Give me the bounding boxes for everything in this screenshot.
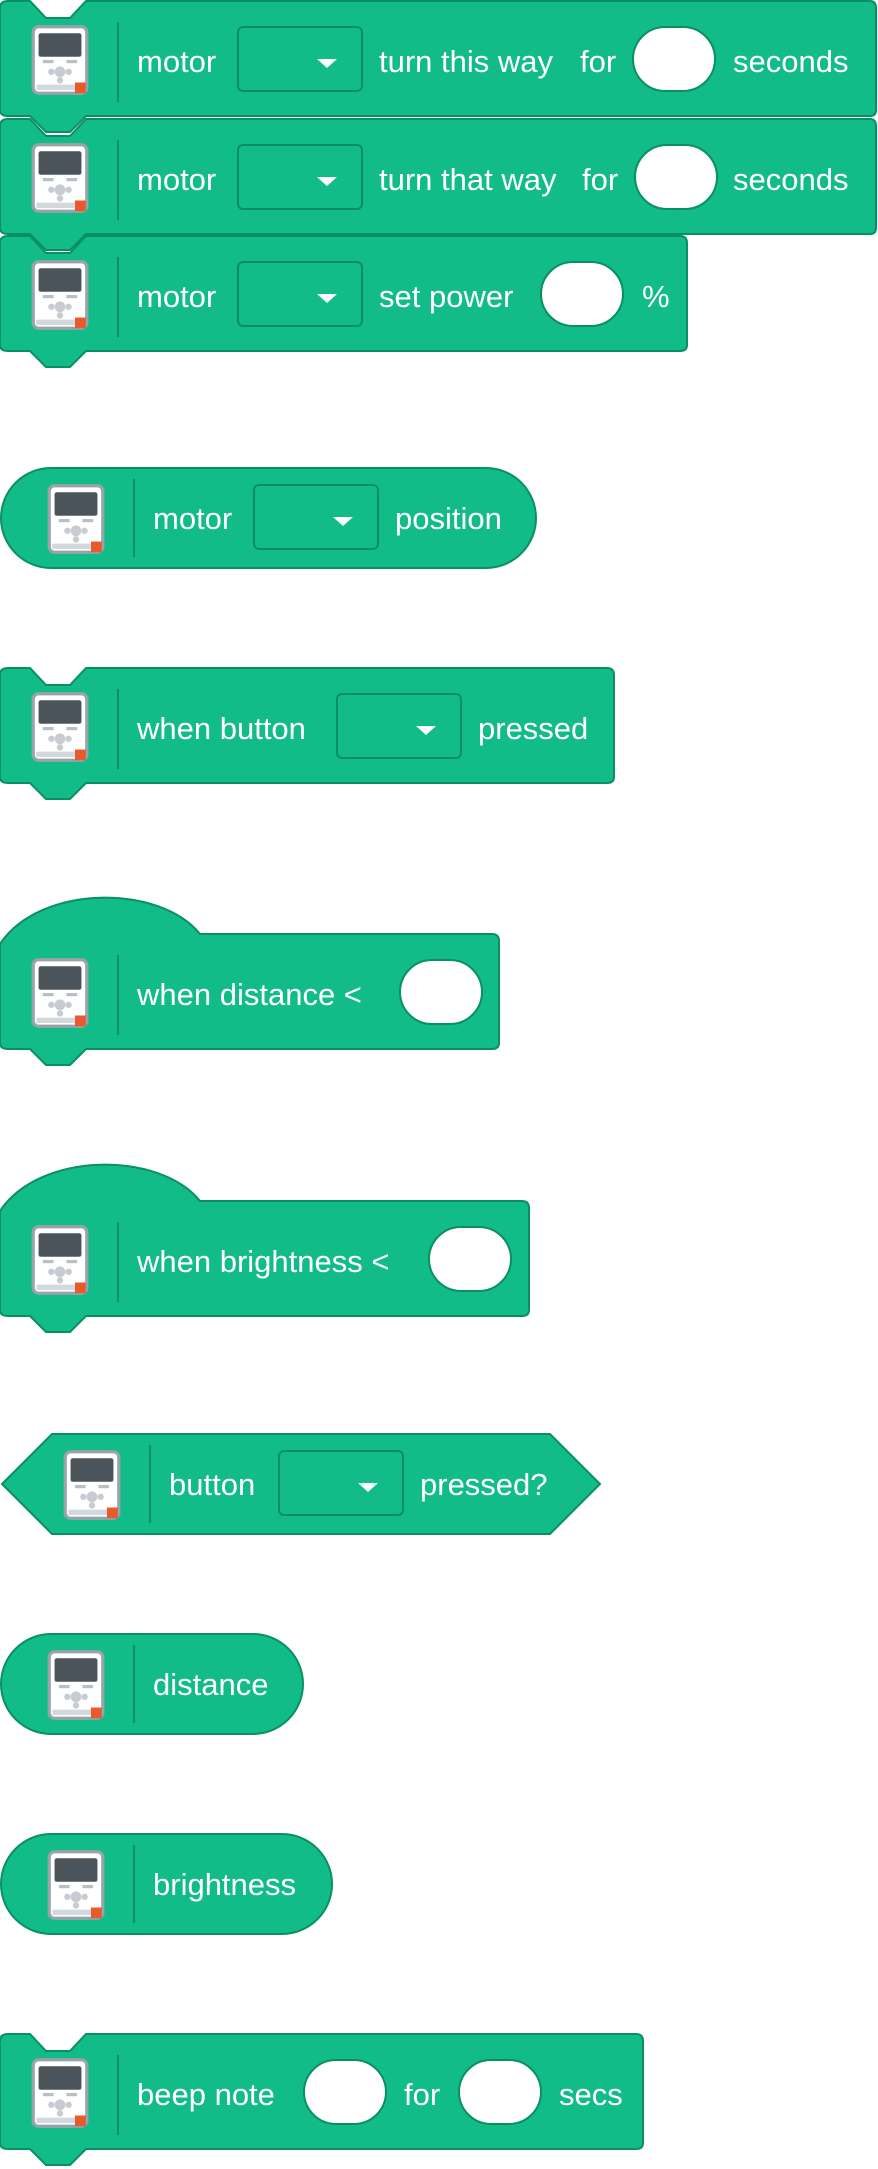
button-dropdown[interactable]: [278, 1450, 404, 1516]
action-label: set power: [379, 279, 514, 314]
brightness-input[interactable]: [428, 1226, 512, 1292]
ev3-brick-icon: [30, 2057, 90, 2129]
secs-label: secs: [559, 2077, 623, 2112]
ev3-brick-icon: [46, 1849, 106, 1921]
motor-turn-this-way-block[interactable]: motor turn this way for seconds: [0, 0, 878, 133]
motor-port-dropdown[interactable]: [237, 26, 363, 92]
seconds-label: seconds: [733, 44, 849, 79]
pressed-question-label: pressed?: [420, 1467, 548, 1502]
ev3-brick-icon: [30, 957, 90, 1029]
ev3-brick-icon: [30, 1224, 90, 1296]
motor-label: motor: [137, 44, 217, 79]
seconds-label: seconds: [733, 162, 849, 197]
seconds-input[interactable]: [634, 144, 718, 210]
when-distance-hat-block[interactable]: when distance <: [0, 896, 510, 1073]
ev3-brick-icon: [30, 691, 90, 763]
distance-label: distance: [153, 1667, 269, 1702]
motor-label: motor: [137, 162, 217, 197]
icon-separator: [117, 22, 119, 102]
button-dropdown[interactable]: [336, 693, 462, 759]
motor-label: motor: [153, 501, 233, 536]
pressed-label: pressed: [478, 711, 589, 746]
action-label: turn this way: [379, 44, 554, 79]
motor-turn-that-way-block[interactable]: motor turn that way for seconds: [0, 118, 878, 251]
percent-label: %: [642, 279, 670, 314]
ev3-brick-icon: [30, 259, 90, 331]
icon-separator: [117, 2055, 119, 2135]
icon-separator: [117, 1222, 119, 1302]
beep-note-block[interactable]: beep note for secs: [0, 2033, 650, 2169]
blocks-palette: motor turn this way for seconds motor tu…: [0, 0, 878, 2169]
icon-separator: [117, 955, 119, 1035]
action-label: turn that way: [379, 162, 557, 197]
ev3-brick-icon: [46, 1649, 106, 1721]
icon-separator: [133, 1845, 135, 1923]
ev3-brick-icon: [46, 483, 106, 555]
icon-separator: [117, 689, 119, 769]
icon-separator: [117, 257, 119, 337]
brightness-label: brightness: [153, 1867, 297, 1902]
icon-separator: [133, 479, 135, 557]
for-label: for: [404, 2077, 441, 2112]
motor-port-dropdown[interactable]: [253, 484, 379, 550]
icon-separator: [117, 140, 119, 220]
position-label: position: [395, 501, 502, 536]
icon-separator: [133, 1645, 135, 1723]
when-button-label: when button: [137, 711, 306, 746]
distance-reporter[interactable]: distance: [0, 1633, 310, 1737]
icon-separator: [149, 1445, 151, 1523]
ev3-brick-icon: [62, 1449, 122, 1521]
for-label: for: [580, 44, 617, 79]
button-label: button: [169, 1467, 256, 1502]
note-input[interactable]: [303, 2059, 387, 2125]
motor-position-reporter[interactable]: motor position: [0, 467, 540, 571]
motor-port-dropdown[interactable]: [237, 261, 363, 327]
ev3-brick-icon: [30, 24, 90, 96]
when-button-pressed-block[interactable]: when button pressed: [0, 667, 620, 807]
distance-input[interactable]: [399, 959, 483, 1025]
power-input[interactable]: [540, 261, 624, 327]
brightness-reporter[interactable]: brightness: [0, 1833, 340, 1937]
seconds-input[interactable]: [632, 26, 716, 92]
motor-label: motor: [137, 279, 217, 314]
when-distance-label: when distance <: [137, 977, 362, 1012]
motor-port-dropdown[interactable]: [237, 144, 363, 210]
for-label: for: [582, 162, 619, 197]
button-pressed-boolean[interactable]: button pressed?: [0, 1433, 610, 1537]
secs-input[interactable]: [458, 2059, 542, 2125]
ev3-brick-icon: [30, 142, 90, 214]
beep-note-label: beep note: [137, 2077, 275, 2112]
motor-set-power-block[interactable]: motor set power %: [0, 235, 690, 368]
when-brightness-label: when brightness <: [137, 1244, 390, 1279]
when-brightness-hat-block[interactable]: when brightness <: [0, 1163, 540, 1340]
